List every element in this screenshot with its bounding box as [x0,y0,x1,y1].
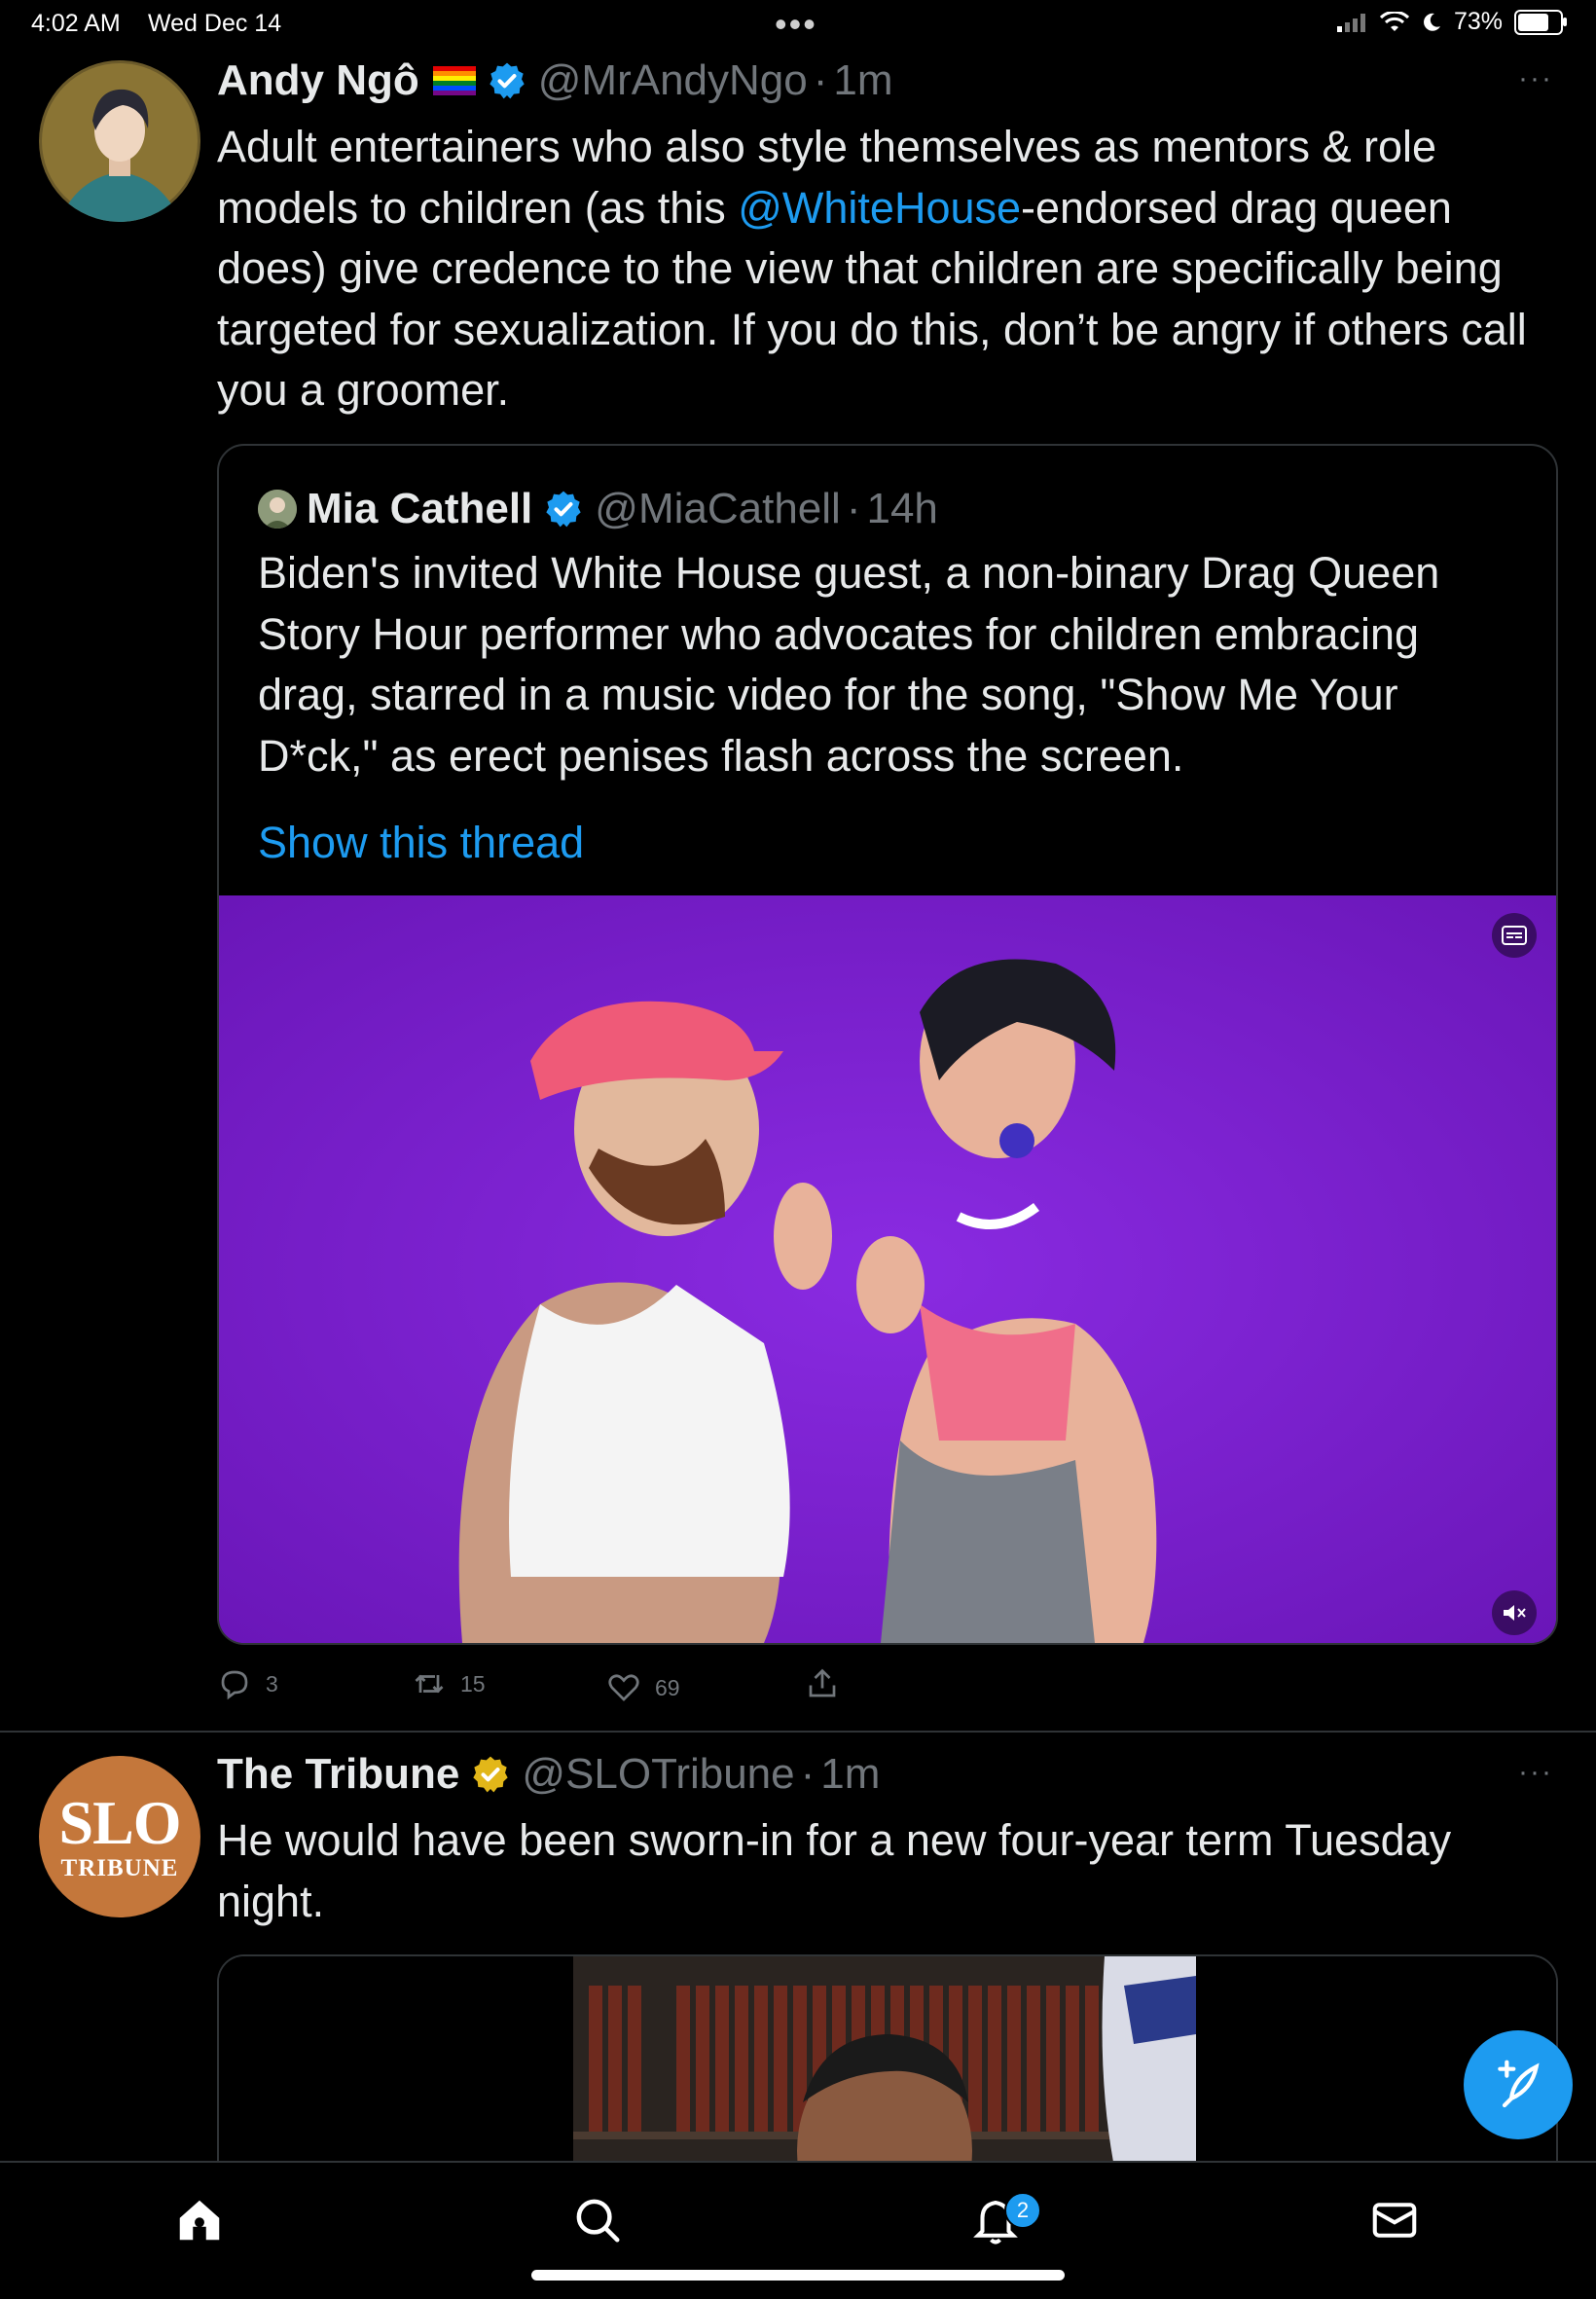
verified-icon [546,491,581,528]
display-name[interactable]: The Tribune [217,1750,459,1799]
reply-count: 3 [266,1670,278,1697]
logo-text: TRIBUNE [60,1855,179,1881]
avatar[interactable] [39,60,200,222]
share-button[interactable] [805,1666,853,1701]
retweet-button[interactable]: 15 [412,1666,486,1701]
compose-tweet-button[interactable] [1464,2030,1573,2139]
mention-link[interactable]: @WhiteHouse [738,183,1021,233]
show-thread-link[interactable]: Show this thread [258,818,584,868]
logo-text: SLO [58,1788,181,1857]
tweet-text: Adult entertainers who also style themse… [217,117,1560,421]
notifications-badge: 2 [1004,2192,1041,2229]
mute-icon[interactable] [1492,1590,1537,1635]
caption-icon[interactable] [1492,913,1537,958]
reply-icon [221,1670,248,1700]
verified-icon [473,1756,509,1793]
like-button[interactable]: 69 [606,1670,680,1705]
display-name[interactable]: Andy Ngô [217,56,419,105]
share-icon [809,1668,836,1697]
timestamp[interactable]: 1m [833,56,892,105]
quoted-avatar [258,490,297,529]
tweet[interactable]: Andy Ngô @MrAndyNgo · 1m ··· Adult enter… [0,0,1596,1731]
separator: · [813,56,828,104]
reply-button[interactable]: 3 [217,1666,278,1701]
quoted-display-name: Mia Cathell [307,485,533,532]
quoted-tweet[interactable]: Mia Cathell @MiaCathell · 14h Biden's in… [217,444,1558,1645]
tweet-actions: 3 15 69 [217,1666,957,1705]
compose-icon [1498,2060,1540,2108]
separator: · [800,1750,816,1798]
rainbow-flag-icon [432,66,476,95]
like-icon [608,1674,639,1701]
video-player[interactable] [219,895,1556,1643]
retweet-icon [415,1674,444,1694]
timestamp[interactable]: 1m [820,1750,880,1799]
separator: · [846,485,861,532]
quoted-tweet-header: Mia Cathell @MiaCathell · 14h [258,485,938,533]
more-options-icon[interactable]: ··· [1518,62,1553,95]
handle[interactable]: @MrAndyNgo [538,56,808,105]
mail-icon[interactable] [1368,2194,1421,2246]
handle[interactable]: @SLOTribune [522,1750,794,1799]
quoted-tweet-text: Biden's invited White House guest, a non… [258,548,1440,781]
tweet-text: He would have been sworn-in for a new fo… [217,1815,1452,1926]
verified-icon [490,62,525,99]
quoted-timestamp: 14h [866,485,938,532]
search-icon[interactable] [571,2194,624,2246]
tweet-header: The Tribune @SLOTribune · 1m [217,1750,880,1799]
avatar[interactable]: SLO TRIBUNE [39,1756,200,1917]
like-count: 69 [655,1674,680,1700]
more-options-icon[interactable]: ··· [1518,1756,1553,1789]
tweet-header: Andy Ngô @MrAndyNgo · 1m [217,56,893,105]
home-icon[interactable] [173,2194,226,2246]
retweet-count: 15 [460,1670,486,1697]
home-indicator[interactable] [531,2270,1065,2281]
quoted-handle: @MiaCathell [595,485,841,532]
